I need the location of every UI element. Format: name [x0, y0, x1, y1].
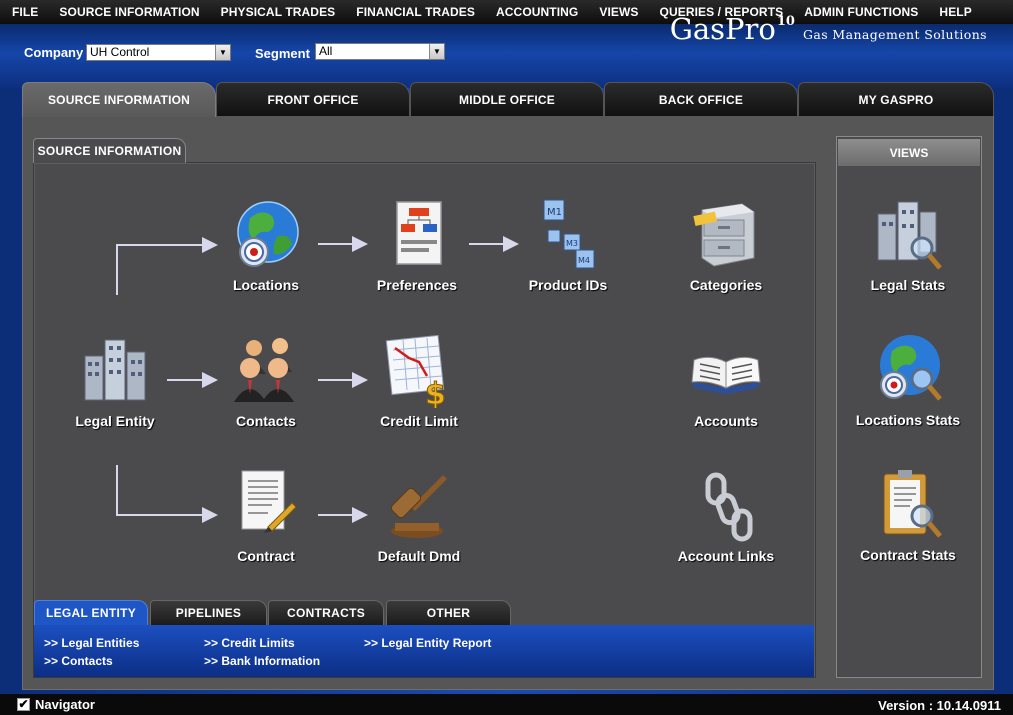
nav-contacts-label: Contacts: [236, 413, 296, 429]
preferences-chart-icon: [396, 201, 442, 265]
nav-accounts[interactable]: Accounts: [671, 332, 781, 429]
office-buildings-icon: [84, 339, 146, 401]
view-legal-stats-label: Legal Stats: [870, 277, 946, 293]
view-legal-stats[interactable]: Legal Stats: [853, 196, 963, 293]
link-legal-entities[interactable]: >> Legal Entities: [44, 636, 139, 650]
company-select[interactable]: UH Control ▼: [86, 44, 231, 61]
clipboard-magnifier-icon: [883, 470, 942, 538]
menu-views[interactable]: VIEWS: [599, 5, 638, 19]
svg-text:$: $: [425, 377, 446, 408]
brand-name: GasPro: [669, 12, 776, 46]
nav-product-ids-label: Product IDs: [528, 277, 608, 293]
nav-contacts[interactable]: Contacts: [211, 332, 321, 429]
svg-text:M4: M4: [578, 256, 590, 265]
svg-text:M1: M1: [547, 207, 562, 218]
navigator-label: Navigator: [35, 697, 95, 712]
contacts-people-icon: [234, 338, 294, 402]
gavel-icon: [390, 475, 447, 538]
nav-legal-entity-label: Legal Entity: [75, 413, 155, 429]
nav-locations-label: Locations: [232, 277, 300, 293]
nav-locations[interactable]: Locations: [211, 196, 321, 293]
views-title: VIEWS: [838, 139, 980, 166]
globe-target-icon: [237, 201, 299, 267]
company-select-value: UH Control: [90, 45, 150, 59]
version-label: Version : 10.14.0911: [878, 698, 1001, 713]
tab-legal-entity[interactable]: LEGAL ENTITY: [34, 600, 148, 625]
status-bar: [0, 694, 1013, 715]
menu-accounting[interactable]: ACCOUNTING: [496, 5, 578, 19]
module-tabs: SOURCE INFORMATION FRONT OFFICE MIDDLE O…: [22, 82, 994, 117]
segment-select[interactable]: All ▼: [315, 43, 445, 60]
company-label: Company: [24, 45, 84, 60]
open-book-icon: [691, 356, 761, 394]
nav-default-dmd-label: Default Dmd: [377, 548, 461, 564]
nav-account-links-label: Account Links: [677, 548, 775, 564]
navigator-checkbox[interactable]: ✔: [17, 698, 30, 711]
segment-label: Segment: [255, 46, 310, 61]
tab-my-gaspro[interactable]: MY GASPRO: [798, 82, 994, 116]
nav-credit-limit-label: Credit Limit: [380, 413, 458, 429]
menu-financial-trades[interactable]: FINANCIAL TRADES: [356, 5, 475, 19]
brand-version: 10: [776, 14, 795, 29]
nav-legal-entity[interactable]: Legal Entity: [60, 332, 170, 429]
svg-text:M3: M3: [566, 239, 578, 248]
chevron-down-icon[interactable]: ▼: [215, 45, 230, 60]
tab-source-information[interactable]: SOURCE INFORMATION: [22, 82, 216, 117]
nav-categories[interactable]: Categories: [671, 196, 781, 293]
contract-document-icon: [241, 470, 297, 533]
tab-pipelines[interactable]: PIPELINES: [150, 600, 267, 625]
menu-file[interactable]: FILE: [12, 5, 38, 19]
credit-chart-dollar-icon: $: [385, 334, 446, 413]
chevron-down-icon[interactable]: ▼: [429, 44, 444, 59]
tab-back-office[interactable]: BACK OFFICE: [604, 82, 798, 116]
nav-preferences[interactable]: Preferences: [362, 196, 472, 293]
link-legal-entity-report[interactable]: >> Legal Entity Report: [364, 636, 491, 650]
product-ids-icon: M1 M3 M4: [543, 199, 595, 269]
tab-middle-office[interactable]: MIDDLE OFFICE: [410, 82, 604, 116]
nav-credit-limit[interactable]: $ Credit Limit: [364, 332, 474, 429]
nav-categories-label: Categories: [689, 277, 763, 293]
nav-contract-label: Contract: [237, 548, 295, 564]
link-credit-limits[interactable]: >> Credit Limits: [204, 636, 295, 650]
view-contract-stats-label: Contract Stats: [860, 547, 956, 563]
tab-contracts[interactable]: CONTRACTS: [268, 600, 384, 625]
view-locations-stats-label: Locations Stats: [855, 412, 961, 428]
menu-physical-trades[interactable]: PHYSICAL TRADES: [221, 5, 336, 19]
tab-other[interactable]: OTHER: [386, 600, 511, 625]
view-contract-stats[interactable]: Contract Stats: [853, 466, 963, 563]
globe-magnifier-icon: [880, 335, 942, 401]
nav-default-dmd[interactable]: Default Dmd: [364, 467, 474, 564]
nav-contract[interactable]: Contract: [211, 467, 321, 564]
nav-product-ids[interactable]: M1 M3 M4 Product IDs: [513, 196, 623, 293]
menu-source-information[interactable]: SOURCE INFORMATION: [59, 5, 199, 19]
segment-select-value: All: [319, 44, 333, 58]
source-information-tab[interactable]: SOURCE INFORMATION: [33, 138, 186, 163]
nav-accounts-label: Accounts: [694, 413, 758, 429]
view-locations-stats[interactable]: Locations Stats: [853, 331, 963, 428]
tab-front-office[interactable]: FRONT OFFICE: [216, 82, 410, 116]
quick-links-panel: [34, 625, 814, 677]
link-contacts[interactable]: >> Contacts: [44, 654, 113, 668]
nav-account-links[interactable]: Account Links: [671, 467, 781, 564]
buildings-magnifier-icon: [877, 201, 942, 270]
link-bank-information[interactable]: >> Bank Information: [204, 654, 320, 668]
brand-tagline: Gas Management Solutions: [802, 27, 987, 42]
brand-logo: GasPro 10 Gas Management Solutions: [670, 12, 987, 46]
nav-preferences-label: Preferences: [376, 277, 458, 293]
file-cabinet-icon: [693, 203, 755, 267]
chain-link-icon: [705, 472, 753, 542]
